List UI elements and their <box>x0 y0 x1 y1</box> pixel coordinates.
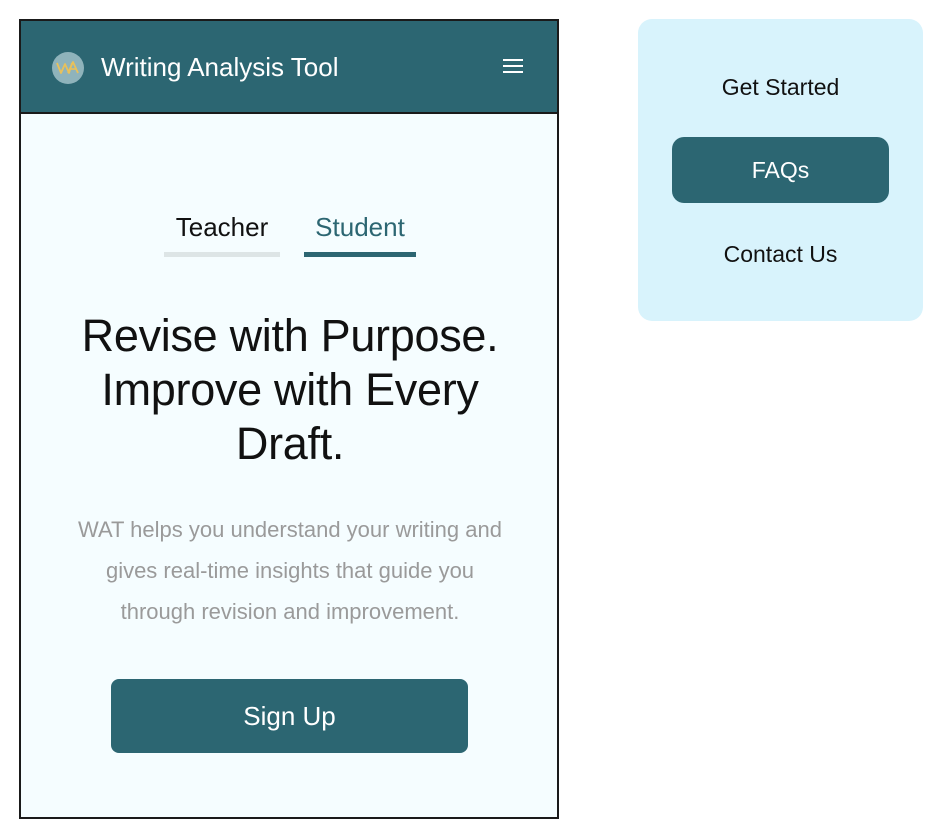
app-title: Writing Analysis Tool <box>101 52 339 82</box>
nav-menu-panel: Get Started FAQs Contact Us <box>638 19 923 321</box>
tab-teacher[interactable]: Teacher <box>164 209 280 257</box>
menu-item-contact-us[interactable]: Contact Us <box>672 221 889 287</box>
hero-headline: Revise with Purpose. Improve with Every … <box>81 310 499 469</box>
role-tabs: Teacher Student <box>164 209 424 259</box>
tab-teacher-label: Teacher <box>175 212 269 242</box>
tab-student-underline <box>304 252 416 257</box>
logo-icon <box>56 61 79 74</box>
app-header: Writing Analysis Tool <box>21 21 557 114</box>
tab-teacher-underline <box>164 252 280 257</box>
mobile-frame: Writing Analysis Tool Teacher Student Re… <box>19 19 559 819</box>
menu-item-faqs[interactable]: FAQs <box>672 137 889 203</box>
sign-up-button[interactable]: Sign Up <box>111 679 468 753</box>
tab-student-label: Student <box>315 212 405 242</box>
app-logo[interactable] <box>52 52 84 84</box>
hero-description: WAT helps you understand your writing an… <box>78 517 502 624</box>
tab-student[interactable]: Student <box>304 209 416 257</box>
menu-item-get-started[interactable]: Get Started <box>672 54 889 120</box>
hamburger-menu-icon[interactable] <box>503 57 523 75</box>
